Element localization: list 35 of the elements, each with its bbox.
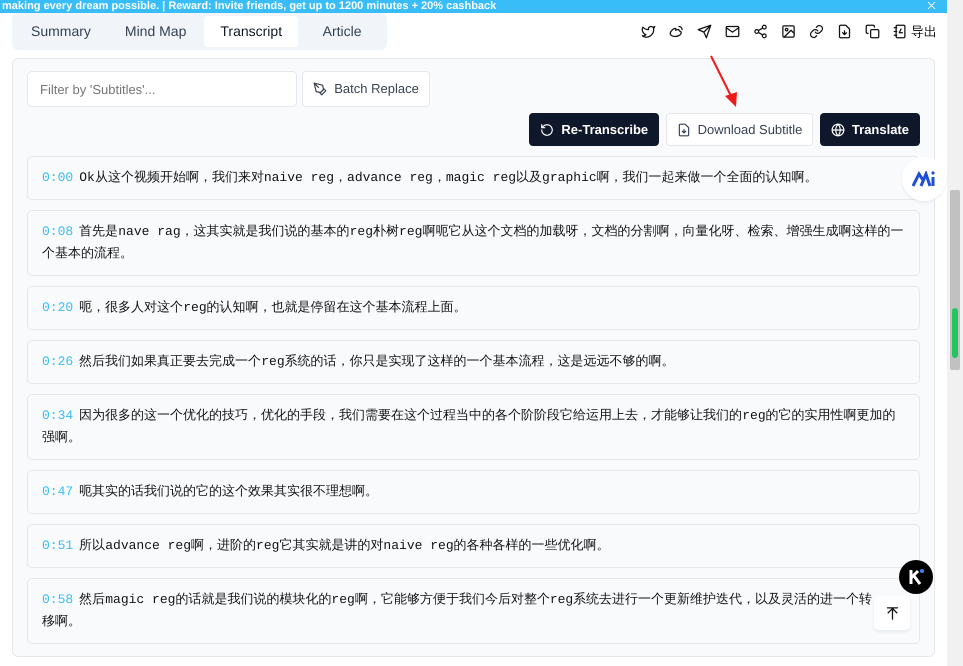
segment-text: 0:00 Ok从这个视频开始啊，我们来对naive reg，advance reg，magic reg以及graphic啊，我们一起来做一个全面的认知啊。 [42,169,819,187]
notebook-icon [892,24,908,39]
twitter-bird-icon[interactable] [640,24,656,39]
download-file-icon [676,122,691,136]
mail-icon[interactable] [724,24,740,39]
image-icon[interactable] [780,24,796,39]
export-button[interactable]: 导出 [892,22,937,42]
tab[interactable]: Mind Map [108,16,202,47]
dark-button[interactable]: Translate [820,113,920,146]
send-icon[interactable] [696,24,712,39]
segment-text: 0:34 因为很多的这一个优化的技巧，优化的手段，我们需要在这个过程当中的各个阶阶段它给运用上去，才能够让我们的reg的它的实用性啊更加的强啊。 [42,407,897,447]
segment-text: 0:51 所以advance reg啊，进阶的reg它其实就是讲的对naive reg的各种各样的一些优化啊。 [42,537,611,555]
pen-icon [313,82,328,96]
segment-text: 0:26 然后我们如果真正要去完成一个reg系统的话，你只是实现了这样的一个基本流程，这是远远不够的啊。 [42,353,676,371]
dark-button[interactable]: Re-Transcribe [529,113,660,146]
outline-button[interactable]: Batch Replace [302,71,430,107]
tab[interactable]: Article [300,16,384,47]
annotation-arrow [710,56,737,107]
weibo-icon[interactable] [668,24,684,39]
copy-icon[interactable] [864,24,880,39]
link-icon[interactable] [808,24,824,39]
filter-field[interactable]: Filter by 'Subtitles'... [27,71,297,107]
segment-text: 0:20 呃，很多人对这个reg的认知啊，也就是停留在这个基本流程上面。 [42,299,468,317]
tab[interactable]: Transcript [204,16,298,47]
share-icon[interactable] [752,24,768,39]
segment-text: 0:08 首先是nave rag，这其实就是我们说的基本的reg朴树reg啊呃它从这个文档的加载呀，文档的分割啊，向量化呀、检索、增强生成啊这样的一个基本的流程。 [42,223,904,263]
download-icon[interactable] [836,24,852,39]
refresh-icon [540,122,554,136]
arrow-up-icon [884,606,900,620]
outline-button[interactable]: Download Subtitle [666,113,814,146]
globe-icon [830,122,845,136]
tab[interactable]: Summary [15,16,107,47]
scroll-to-top-button[interactable] [874,596,910,630]
segment-text: 0:47 呃其实的话我们说的它的这个效果其实很不理想啊。 [42,483,380,501]
banner-text: making every dream possible. | Reward: Invite friends, get up to 1200 minutes + 20% cashback [2,0,496,12]
